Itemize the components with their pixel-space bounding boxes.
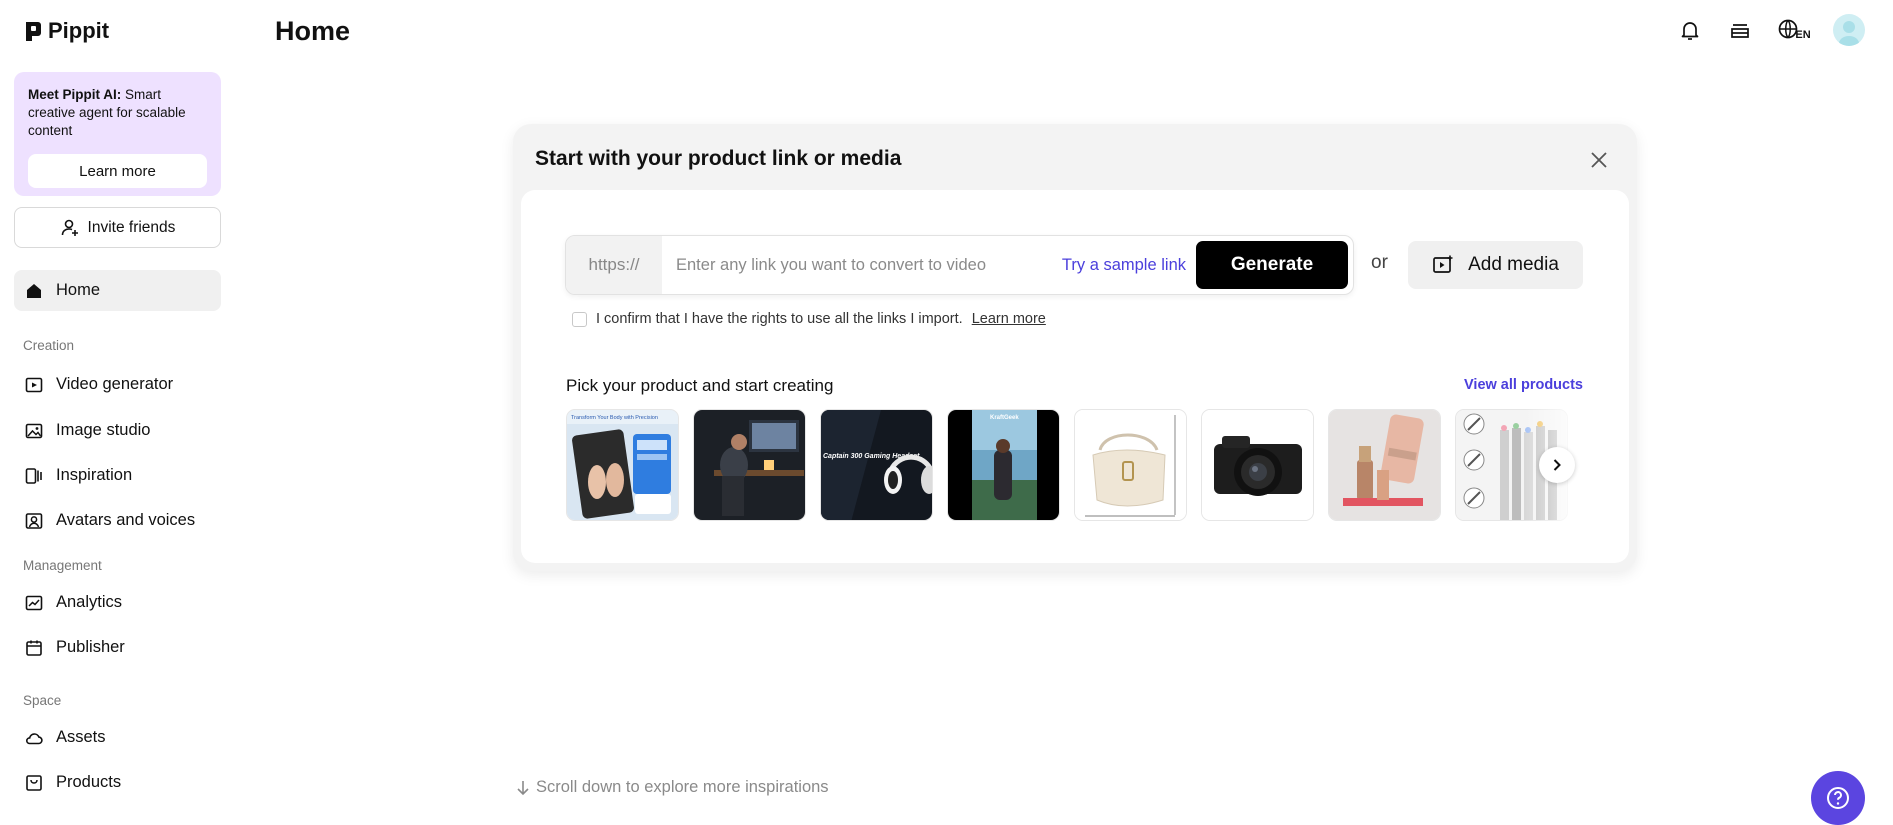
avatar-icon xyxy=(25,512,43,529)
invite-friends-button[interactable]: Invite friends xyxy=(14,207,221,248)
svg-text:KraftGeek: KraftGeek xyxy=(990,415,1019,421)
help-icon xyxy=(1827,787,1849,809)
sidebar-item-video-generator[interactable]: Video generator xyxy=(14,364,221,405)
product-thumb-outdoor-video[interactable]: KraftGeek xyxy=(947,409,1060,521)
inspiration-icon xyxy=(25,467,42,484)
sidebar-item-label: Avatars and voices xyxy=(56,511,196,529)
product-thumb-smart-scale[interactable]: Transform Your Body with Precision xyxy=(566,409,679,521)
sidebar-item-label: Video generator xyxy=(56,375,174,393)
sidebar-item-inspiration[interactable]: Inspiration xyxy=(14,455,221,496)
stack-button[interactable] xyxy=(1725,15,1755,45)
sidebar-item-label: Analytics xyxy=(56,593,123,611)
rights-checkbox[interactable] xyxy=(572,311,587,327)
header-actions: EN xyxy=(1675,14,1865,46)
product-carousel: Transform Your Body with Precision Capta… xyxy=(566,409,1585,521)
product-thumb-gaming-headset[interactable]: Captain 300 Gaming Headset xyxy=(820,409,933,521)
pick-product-title: Pick your product and start creating xyxy=(566,376,834,395)
cloud-icon xyxy=(26,732,43,744)
camera-image xyxy=(1202,410,1313,520)
analytics-icon xyxy=(25,595,43,610)
pippit-logo[interactable]: Pippit xyxy=(24,18,109,44)
section-management: Management xyxy=(23,558,102,573)
product-caption: Transform Your Body with Precision xyxy=(571,415,658,421)
layers-icon xyxy=(1731,24,1749,38)
close-icon xyxy=(1591,152,1607,168)
url-prefix: https:// xyxy=(566,236,662,294)
notifications-button[interactable] xyxy=(1675,15,1705,45)
sidebar-item-avatars-and-voices[interactable]: Avatars and voices xyxy=(14,500,221,541)
carousel-next-button[interactable] xyxy=(1539,447,1575,483)
card-title: Start with your product link or media xyxy=(535,147,902,170)
rights-confirmation: I confirm that I have the rights to use … xyxy=(572,311,1046,327)
language-code: EN xyxy=(1795,29,1811,41)
section-creation: Creation xyxy=(23,338,75,353)
scroll-hint: Scroll down to explore more inspirations xyxy=(516,778,829,797)
section-space: Space xyxy=(23,693,62,708)
add-media-label: Add media xyxy=(1468,254,1559,275)
help-button[interactable] xyxy=(1811,771,1865,825)
sidebar-item-analytics[interactable]: Analytics xyxy=(14,582,221,623)
sidebar-item-label: Assets xyxy=(56,728,106,746)
sidebar-item-image-studio[interactable]: Image studio xyxy=(14,410,221,451)
add-media-button[interactable]: Add media xyxy=(1408,241,1583,289)
scroll-hint-text: Scroll down to explore more inspirations xyxy=(536,778,829,796)
language-button[interactable]: EN xyxy=(1775,15,1813,45)
sidebar-item-publisher[interactable]: Publisher xyxy=(14,627,221,668)
outdoor-video-image: KraftGeek xyxy=(948,410,1059,520)
sidebar-item-assets[interactable]: Assets xyxy=(14,717,221,758)
product-thumb-cosmetics[interactable] xyxy=(1328,409,1441,521)
handbag-image xyxy=(1075,410,1186,520)
home-icon xyxy=(27,283,41,298)
promo-banner: Meet Pippit AI: Smart creative agent for… xyxy=(14,72,221,196)
pippit-logo-icon xyxy=(26,22,41,41)
link-input[interactable] xyxy=(662,236,1062,294)
gaming-headset-image: Captain 300 Gaming Headset xyxy=(821,410,932,520)
try-sample-link[interactable]: Try a sample link xyxy=(1062,256,1186,275)
start-card: Start with your product link or media ht… xyxy=(513,124,1637,571)
add-user-icon xyxy=(61,219,78,236)
rights-text: I confirm that I have the rights to use … xyxy=(596,311,963,327)
promo-title: Meet Pippit AI: xyxy=(28,87,122,102)
view-all-products-link[interactable]: View all products xyxy=(1464,377,1583,393)
smart-scale-image: Transform Your Body with Precision xyxy=(567,410,678,520)
product-thumb-camera[interactable] xyxy=(1201,409,1314,521)
calendar-icon xyxy=(26,640,42,656)
invite-friends-label: Invite friends xyxy=(87,218,176,236)
bell-icon xyxy=(1681,22,1699,40)
app-name: Pippit xyxy=(48,18,110,43)
chevron-right-icon xyxy=(1553,459,1561,471)
user-avatar-icon xyxy=(1838,21,1860,46)
sidebar-item-label: Publisher xyxy=(56,638,125,656)
product-thumb-desk-workspace[interactable] xyxy=(693,409,806,521)
add-media-icon xyxy=(1433,255,1453,273)
image-studio-icon xyxy=(25,423,43,438)
close-button[interactable] xyxy=(1587,148,1611,172)
sidebar-item-products[interactable]: Products xyxy=(14,762,221,803)
card-body: https:// Try a sample link Generate or A… xyxy=(521,190,1629,563)
or-label: or xyxy=(1371,252,1388,273)
generate-button[interactable]: Generate xyxy=(1196,241,1348,289)
learn-more-button[interactable]: Learn more xyxy=(28,154,207,188)
sidebar: Pippit Meet Pippit AI: Smart creative ag… xyxy=(0,0,236,825)
product-thumb-handbag[interactable] xyxy=(1074,409,1187,521)
sidebar-item-label: Products xyxy=(56,773,122,791)
page-title: Home xyxy=(275,16,351,46)
sidebar-item-label: Home xyxy=(56,281,101,299)
sidebar-item-label: Inspiration xyxy=(56,466,133,484)
video-generator-icon xyxy=(25,377,43,392)
product-box-icon xyxy=(26,774,42,791)
promo-text: Meet Pippit AI: Smart creative agent for… xyxy=(28,86,207,140)
url-bar: https:// Try a sample link Generate xyxy=(565,235,1354,295)
avatar[interactable] xyxy=(1833,14,1865,46)
arrow-down-icon xyxy=(517,780,529,795)
rights-learn-more-link[interactable]: Learn more xyxy=(972,311,1046,327)
sidebar-item-label: Image studio xyxy=(56,421,151,439)
cosmetics-image xyxy=(1329,410,1440,520)
sidebar-item-home[interactable]: Home xyxy=(14,270,221,311)
desk-workspace-image xyxy=(694,410,805,520)
